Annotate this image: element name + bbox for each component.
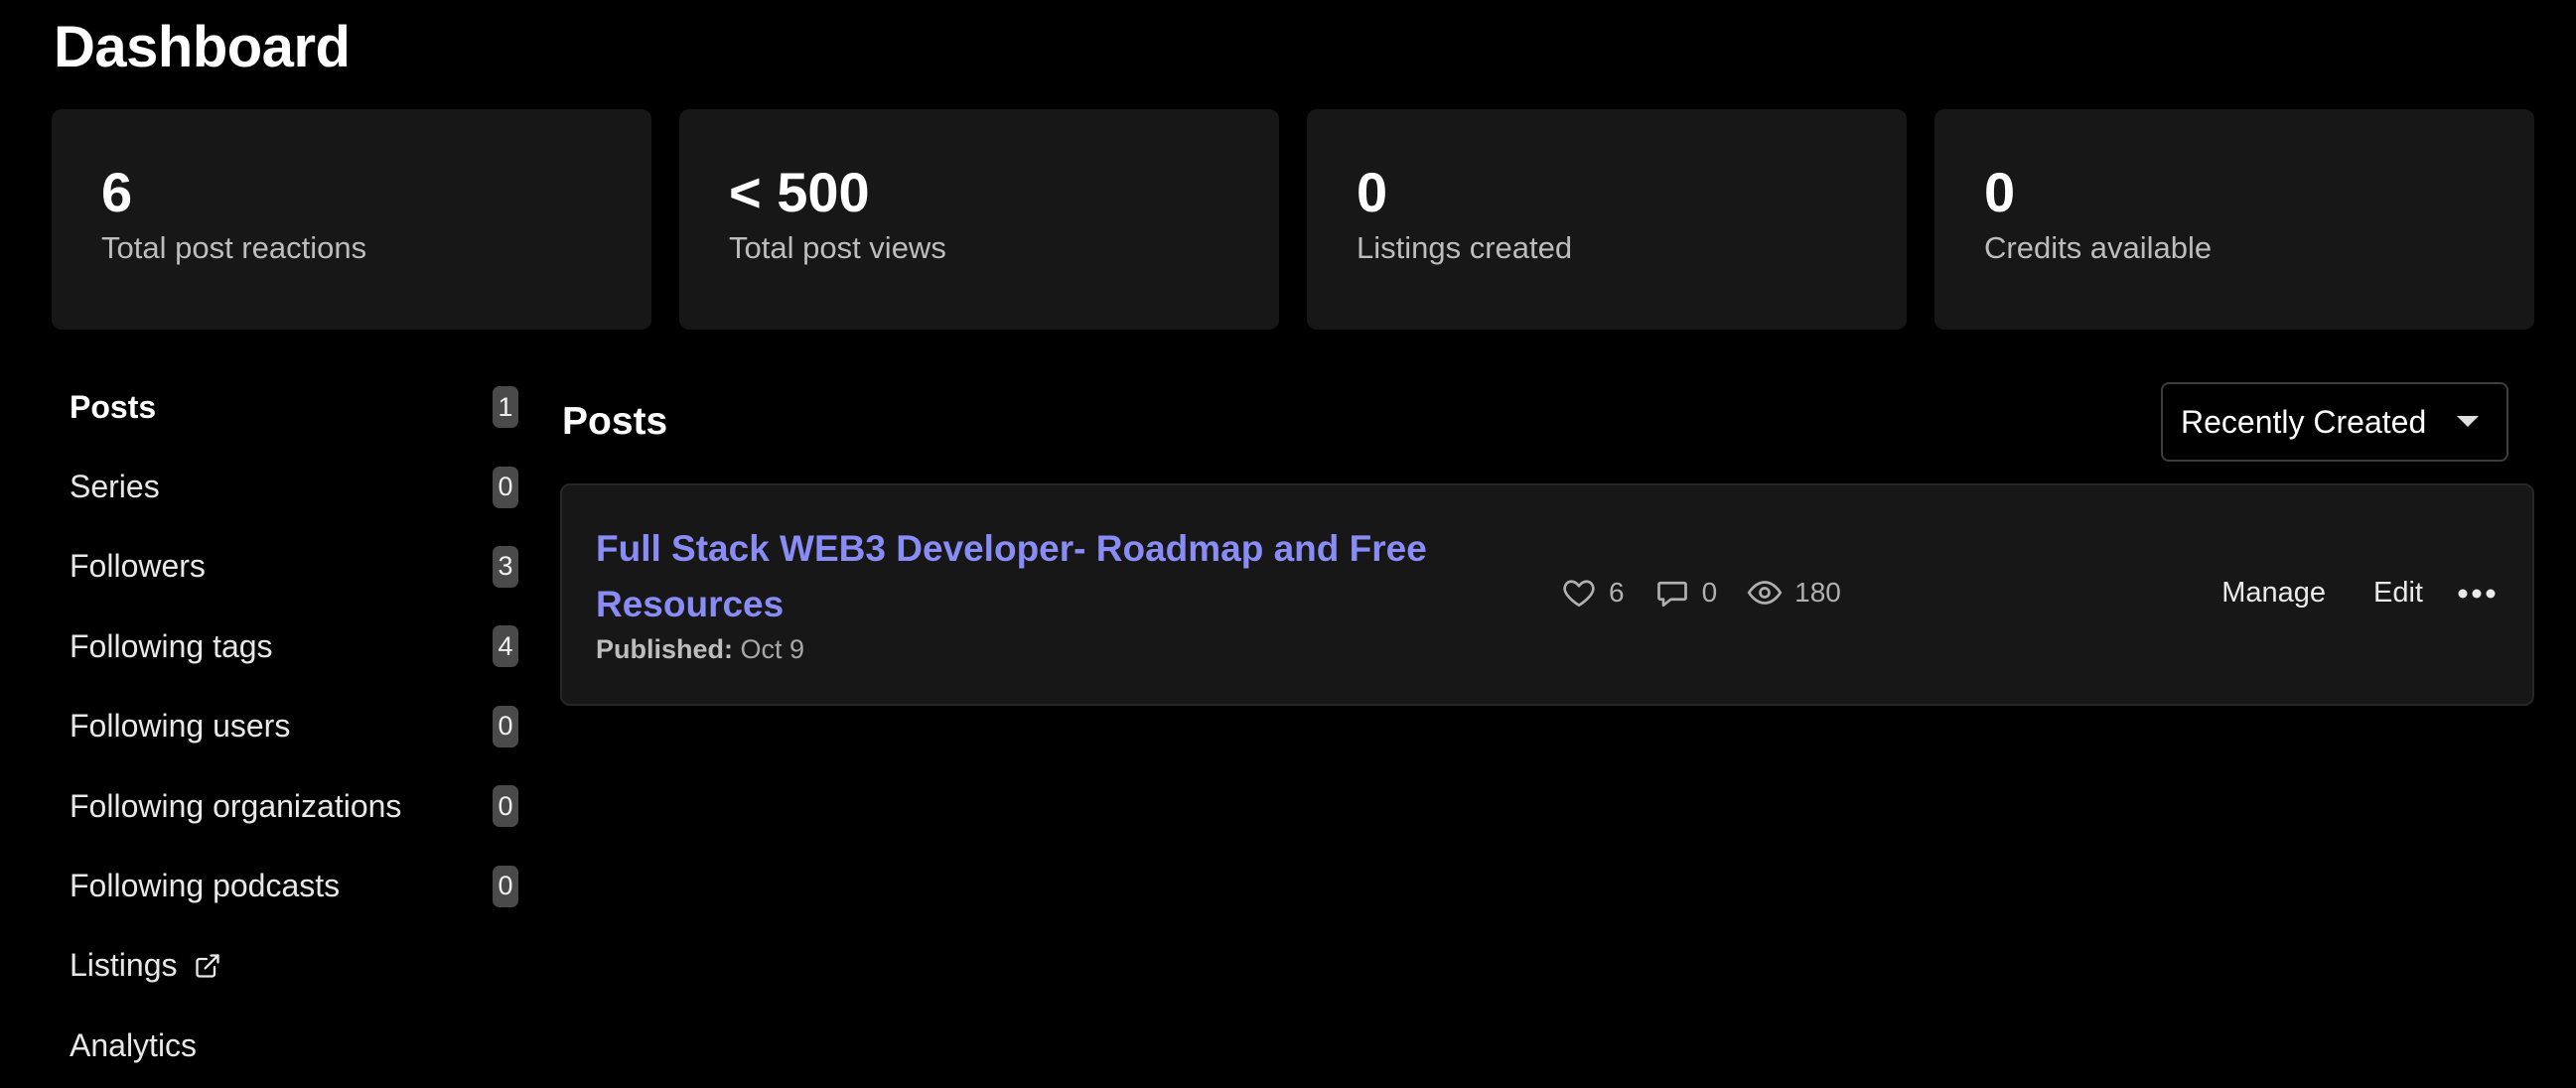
sidebar-item-following-users[interactable]: Following users 0 [52,687,518,766]
reactions-stat: 6 [1561,575,1625,611]
sort-select-value: Recently Created [2181,403,2427,440]
chevron-down-icon [2457,416,2479,427]
sidebar-item-label: Following organizations [70,787,402,824]
sidebar-item-listings[interactable]: Listings [52,926,518,1006]
stat-value: < 500 [729,161,870,223]
stat-label: Credits available [1984,230,2213,265]
count-badge: 0 [493,705,518,748]
sidebar-item-label: Following tags [70,627,273,664]
stat-value: 0 [1984,161,2016,223]
stat-label: Total post reactions [101,230,367,265]
comments-count: 0 [1701,577,1718,608]
sidebar-item-analytics[interactable]: Analytics [52,1006,518,1085]
count-badge: 3 [493,545,518,588]
manage-button[interactable]: Manage [2198,567,2350,619]
count-badge: 0 [493,865,518,907]
stat-card-reactions: 6 Total post reactions [52,109,651,330]
edit-button[interactable]: Edit [2350,567,2447,619]
sidebar-item-label: Series [70,469,160,505]
count-badge: 0 [493,785,518,828]
stat-card-credits: 0 Credits available [1934,109,2534,330]
stat-card-listings: 0 Listings created [1307,109,1907,330]
stat-card-views: < 500 Total post views [679,109,1279,330]
comment-icon [1656,581,1687,608]
heart-icon [1563,580,1595,608]
published-date: Oct 9 [740,634,805,664]
sidebar-item-following-podcasts[interactable]: Following podcasts 0 [52,846,518,925]
count-badge: 0 [493,466,518,508]
stats-row: 6 Total post reactions < 500 Total post … [52,109,2534,330]
more-horizontal-icon [2458,589,2496,598]
sidebar-item-label: Listings [70,947,178,984]
stat-label: Listings created [1357,230,1573,265]
published-label: Published: [596,634,734,664]
post-title-link[interactable]: Full Stack WEB3 Developer- Roadmap and F… [596,521,1490,632]
sort-select[interactable]: Recently Created [2161,382,2508,462]
sidebar-item-following-organizations[interactable]: Following organizations 0 [52,766,518,846]
post-card: Full Stack WEB3 Developer- Roadmap and F… [560,483,2534,706]
views-stat: 180 [1747,575,1841,611]
stat-value: 6 [101,161,133,223]
sidebar-item-series[interactable]: Series 0 [52,447,518,526]
count-badge: 1 [493,386,518,429]
sidebar-item-following-tags[interactable]: Following tags 4 [52,607,518,686]
sidebar-item-label: Following users [70,708,291,745]
more-options-button[interactable] [2447,569,2506,618]
post-actions: Manage Edit [2198,567,2506,619]
stat-value: 0 [1357,161,1388,223]
sidebar-item-posts[interactable]: Posts 1 [52,367,518,447]
sidebar-item-label: Following podcasts [70,868,341,904]
post-published: Published: Oct 9 [596,634,804,665]
posts-heading: Posts [562,400,668,443]
post-stats: 6 0 180 [1561,575,1871,611]
dashboard-page: Dashboard 6 Total post reactions < 500 T… [0,0,2576,1088]
stat-label: Total post views [729,230,946,265]
reactions-count: 6 [1609,577,1625,608]
views-count: 180 [1794,577,1841,608]
sidebar-item-label: Analytics [70,1026,198,1063]
sidebar-item-label: Followers [70,548,206,585]
sidebar-item-followers[interactable]: Followers 3 [52,527,518,607]
page-title: Dashboard [54,15,351,79]
dashboard-sidebar: Posts 1 Series 0 Followers 3 Following t… [52,367,518,1086]
sidebar-item-label: Posts [70,388,157,425]
external-link-icon [195,954,219,978]
comments-stat: 0 [1654,575,1718,611]
eye-icon [1747,581,1783,605]
count-badge: 4 [493,625,518,668]
posts-header: Posts Recently Created [562,382,2534,464]
